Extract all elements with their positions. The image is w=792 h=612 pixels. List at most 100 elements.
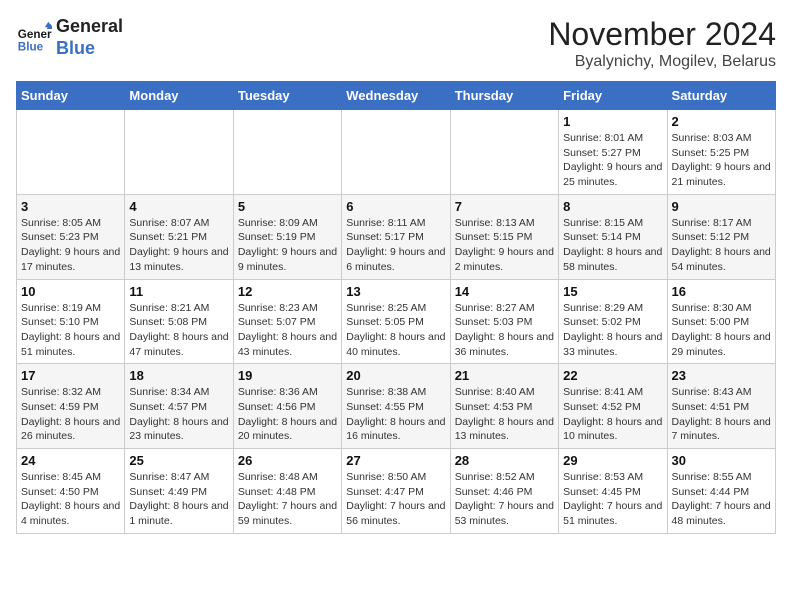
day-info: Sunrise: 8:05 AM Sunset: 5:23 PM Dayligh…: [21, 216, 120, 275]
day-info: Sunrise: 8:50 AM Sunset: 4:47 PM Dayligh…: [346, 470, 445, 529]
day-info: Sunrise: 8:25 AM Sunset: 5:05 PM Dayligh…: [346, 301, 445, 360]
day-number: 8: [563, 199, 662, 214]
day-header-saturday: Saturday: [667, 82, 775, 110]
day-info: Sunrise: 8:17 AM Sunset: 5:12 PM Dayligh…: [672, 216, 771, 275]
day-header-tuesday: Tuesday: [233, 82, 341, 110]
page-title: November 2024: [548, 16, 776, 53]
day-number: 10: [21, 284, 120, 299]
day-number: 22: [563, 368, 662, 383]
day-header-wednesday: Wednesday: [342, 82, 450, 110]
calendar-cell: 25 Sunrise: 8:47 AM Sunset: 4:49 PM Dayli…: [125, 449, 233, 534]
day-header-thursday: Thursday: [450, 82, 558, 110]
day-number: 3: [21, 199, 120, 214]
day-number: 27: [346, 453, 445, 468]
calendar-week-1: 1Sunrise: 8:01 AM Sunset: 5:27 PM Daylig…: [17, 110, 776, 195]
logo-line2: Blue: [56, 38, 123, 60]
day-info: Sunrise: 8:55 AM Sunset: 4:44 PM Dayligh…: [672, 470, 771, 529]
day-number: 30: [672, 453, 771, 468]
day-number: 14: [455, 284, 554, 299]
page-header: General Blue General Blue November 2024 …: [16, 16, 776, 71]
day-info: Sunrise: 8:36 AM Sunset: 4:56 PM Dayligh…: [238, 385, 337, 444]
calendar-cell: 5Sunrise: 8:09 AM Sunset: 5:19 PM Daylig…: [233, 194, 341, 279]
calendar-cell: 14 Sunrise: 8:27 AM Sunset: 5:03 PM Dayli…: [450, 279, 558, 364]
day-number: 6: [346, 199, 445, 214]
calendar-week-3: 10 Sunrise: 8:19 AM Sunset: 5:10 PM Dayli…: [17, 279, 776, 364]
day-info: Sunrise: 8:45 AM Sunset: 4:50 PM Dayligh…: [21, 470, 120, 529]
day-header-friday: Friday: [559, 82, 667, 110]
day-number: 19: [238, 368, 337, 383]
calendar-cell: [125, 110, 233, 195]
day-info: Sunrise: 8:11 AM Sunset: 5:17 PM Dayligh…: [346, 216, 445, 275]
day-number: 12: [238, 284, 337, 299]
calendar-cell: 29 Sunrise: 8:53 AM Sunset: 4:45 PM Dayli…: [559, 449, 667, 534]
calendar-cell: 22Sunrise: 8:41 AM Sunset: 4:52 PM Dayli…: [559, 364, 667, 449]
calendar-cell: 19 Sunrise: 8:36 AM Sunset: 4:56 PM Dayli…: [233, 364, 341, 449]
day-number: 13: [346, 284, 445, 299]
calendar-cell: 16 Sunrise: 8:30 AM Sunset: 5:00 PM Dayli…: [667, 279, 775, 364]
calendar-cell: [450, 110, 558, 195]
logo-line1: General: [56, 16, 123, 38]
day-info: Sunrise: 8:52 AM Sunset: 4:46 PM Dayligh…: [455, 470, 554, 529]
calendar-cell: 13 Sunrise: 8:25 AM Sunset: 5:05 PM Dayli…: [342, 279, 450, 364]
calendar-cell: 20 Sunrise: 8:38 AM Sunset: 4:55 PM Dayli…: [342, 364, 450, 449]
day-info: Sunrise: 8:27 AM Sunset: 5:03 PM Dayligh…: [455, 301, 554, 360]
day-number: 28: [455, 453, 554, 468]
calendar-cell: 17 Sunrise: 8:32 AM Sunset: 4:59 PM Dayli…: [17, 364, 125, 449]
day-info: Sunrise: 8:53 AM Sunset: 4:45 PM Dayligh…: [563, 470, 662, 529]
day-number: 1: [563, 114, 662, 129]
page-subtitle: Byalynichy, Mogilev, Belarus: [548, 53, 776, 71]
day-info: Sunrise: 8:32 AM Sunset: 4:59 PM Dayligh…: [21, 385, 120, 444]
day-info: Sunrise: 8:47 AM Sunset: 4:49 PM Dayligh…: [129, 470, 228, 529]
day-info: Sunrise: 8:43 AM Sunset: 4:51 PM Dayligh…: [672, 385, 771, 444]
day-number: 9: [672, 199, 771, 214]
calendar-cell: 6 Sunrise: 8:11 AM Sunset: 5:17 PM Daylig…: [342, 194, 450, 279]
calendar-cell: [233, 110, 341, 195]
calendar-cell: 11 Sunrise: 8:21 AM Sunset: 5:08 PM Dayli…: [125, 279, 233, 364]
logo: General Blue General Blue: [16, 16, 123, 59]
day-info: Sunrise: 8:30 AM Sunset: 5:00 PM Dayligh…: [672, 301, 771, 360]
day-number: 29: [563, 453, 662, 468]
calendar-cell: 26 Sunrise: 8:48 AM Sunset: 4:48 PM Dayli…: [233, 449, 341, 534]
day-info: Sunrise: 8:13 AM Sunset: 5:15 PM Dayligh…: [455, 216, 554, 275]
logo-icon: General Blue: [16, 20, 52, 56]
day-number: 21: [455, 368, 554, 383]
calendar-cell: 18 Sunrise: 8:34 AM Sunset: 4:57 PM Dayli…: [125, 364, 233, 449]
day-info: Sunrise: 8:21 AM Sunset: 5:08 PM Dayligh…: [129, 301, 228, 360]
calendar-cell: 3 Sunrise: 8:05 AM Sunset: 5:23 PM Daylig…: [17, 194, 125, 279]
calendar-week-4: 17 Sunrise: 8:32 AM Sunset: 4:59 PM Dayli…: [17, 364, 776, 449]
day-number: 26: [238, 453, 337, 468]
calendar-cell: 2Sunrise: 8:03 AM Sunset: 5:25 PM Daylig…: [667, 110, 775, 195]
title-block: November 2024 Byalynichy, Mogilev, Belar…: [548, 16, 776, 71]
day-info: Sunrise: 8:40 AM Sunset: 4:53 PM Dayligh…: [455, 385, 554, 444]
svg-text:General: General: [18, 28, 52, 41]
calendar-cell: [342, 110, 450, 195]
day-number: 11: [129, 284, 228, 299]
day-number: 25: [129, 453, 228, 468]
calendar-cell: 7Sunrise: 8:13 AM Sunset: 5:15 PM Daylig…: [450, 194, 558, 279]
day-number: 17: [21, 368, 120, 383]
day-number: 20: [346, 368, 445, 383]
calendar-cell: 23Sunrise: 8:43 AM Sunset: 4:51 PM Dayli…: [667, 364, 775, 449]
day-number: 18: [129, 368, 228, 383]
day-number: 4: [129, 199, 228, 214]
svg-text:Blue: Blue: [18, 40, 44, 53]
day-info: Sunrise: 8:34 AM Sunset: 4:57 PM Dayligh…: [129, 385, 228, 444]
day-info: Sunrise: 8:29 AM Sunset: 5:02 PM Dayligh…: [563, 301, 662, 360]
day-header-monday: Monday: [125, 82, 233, 110]
day-info: Sunrise: 8:15 AM Sunset: 5:14 PM Dayligh…: [563, 216, 662, 275]
day-info: Sunrise: 8:09 AM Sunset: 5:19 PM Dayligh…: [238, 216, 337, 275]
calendar-cell: 15Sunrise: 8:29 AM Sunset: 5:02 PM Dayli…: [559, 279, 667, 364]
day-number: 16: [672, 284, 771, 299]
calendar-body: 1Sunrise: 8:01 AM Sunset: 5:27 PM Daylig…: [17, 110, 776, 534]
calendar-week-2: 3 Sunrise: 8:05 AM Sunset: 5:23 PM Daylig…: [17, 194, 776, 279]
day-info: Sunrise: 8:19 AM Sunset: 5:10 PM Dayligh…: [21, 301, 120, 360]
calendar-cell: 9 Sunrise: 8:17 AM Sunset: 5:12 PM Daylig…: [667, 194, 775, 279]
calendar-cell: 27 Sunrise: 8:50 AM Sunset: 4:47 PM Dayli…: [342, 449, 450, 534]
calendar-cell: 10 Sunrise: 8:19 AM Sunset: 5:10 PM Dayli…: [17, 279, 125, 364]
day-number: 24: [21, 453, 120, 468]
day-info: Sunrise: 8:23 AM Sunset: 5:07 PM Dayligh…: [238, 301, 337, 360]
calendar-cell: [17, 110, 125, 195]
day-header-sunday: Sunday: [17, 82, 125, 110]
day-info: Sunrise: 8:38 AM Sunset: 4:55 PM Dayligh…: [346, 385, 445, 444]
day-info: Sunrise: 8:48 AM Sunset: 4:48 PM Dayligh…: [238, 470, 337, 529]
